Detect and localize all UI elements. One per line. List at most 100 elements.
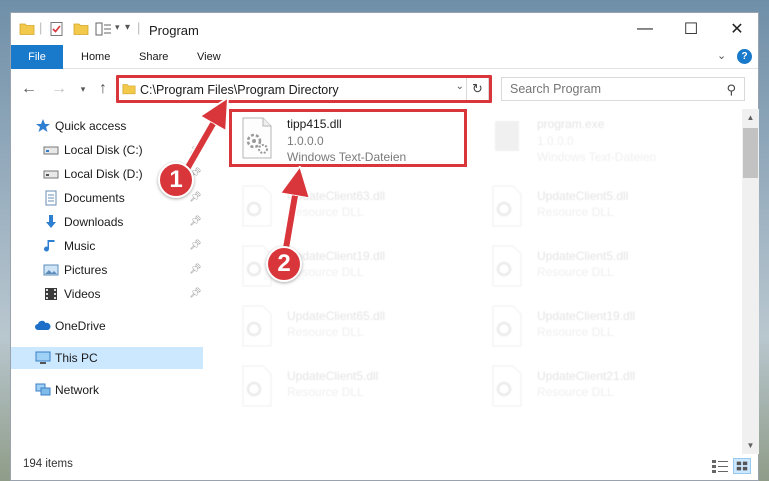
computer-icon	[35, 351, 51, 364]
sidebar-item-onedrive[interactable]: OneDrive	[11, 315, 203, 337]
dll-file-icon	[242, 365, 272, 407]
sidebar-item-local-disk-c[interactable]: Local Disk (C:) 📌︎	[11, 139, 203, 161]
address-highlight-box	[116, 75, 492, 103]
sidebar-item-pictures[interactable]: Pictures 📌︎	[11, 259, 203, 281]
sidebar-item-label: This PC	[55, 351, 98, 365]
sidebar-item-quick-access[interactable]: Quick access	[11, 115, 203, 137]
item-count: 194 items	[23, 458, 73, 470]
details-view-icon[interactable]	[711, 458, 729, 474]
folder-icon	[19, 23, 35, 35]
file-type: Resource DLL	[537, 385, 614, 399]
file-item[interactable]: UpdateClient65.dll Resource DLL	[231, 299, 471, 357]
tab-view[interactable]: View	[197, 45, 221, 69]
pin-icon[interactable]: 📌︎	[189, 259, 202, 281]
help-icon[interactable]: ?	[737, 49, 752, 64]
back-arrow-icon[interactable]: ←	[19, 79, 39, 99]
tab-home[interactable]: Home	[81, 45, 110, 69]
file-item[interactable]: UpdateClient5.dll Resource DLL	[481, 239, 721, 297]
file-item[interactable]: UpdateClient5.dll Resource DLL	[231, 359, 471, 417]
pin-icon[interactable]: 📌︎	[189, 283, 202, 305]
sidebar-item-label: Pictures	[64, 263, 108, 277]
new-folder-icon[interactable]	[73, 21, 89, 37]
dll-file-icon	[242, 185, 272, 227]
customize-toolbar-icon[interactable]: ▾	[125, 22, 130, 33]
documents-icon	[45, 190, 57, 206]
tab-file[interactable]: File	[11, 45, 63, 69]
file-name: UpdateClient5.dll	[537, 249, 629, 263]
pin-icon[interactable]: 📌︎	[189, 139, 202, 161]
file-item[interactable]: UpdateClient63.dll Resource DLL	[231, 179, 471, 237]
sidebar-item-label: Network	[55, 383, 100, 397]
sidebar-item-network[interactable]: Network	[11, 379, 203, 401]
tiles-view-icon[interactable]	[733, 458, 751, 474]
file-name: UpdateClient65.dll	[287, 309, 386, 323]
sidebar-item-label: Documents	[64, 191, 125, 205]
title-bar: | ▾ ▾ | Program — ☐ ✕	[11, 13, 758, 45]
sidebar-item-this-pc[interactable]: This PC	[11, 347, 203, 369]
sidebar-item-label: Quick access	[55, 119, 127, 133]
pictures-icon	[43, 264, 59, 276]
videos-icon	[45, 288, 57, 300]
tab-share[interactable]: Share	[139, 45, 168, 69]
scroll-down-icon[interactable]: ▼	[742, 437, 759, 454]
navigation-pane: Quick access Local Disk (C:) 📌︎ Local Di…	[11, 109, 203, 449]
dll-file-icon	[492, 305, 522, 347]
file-name: UpdateClient63.dll	[287, 189, 386, 203]
file-version: 1.0.0.0	[537, 134, 574, 148]
sidebar-item-label: Local Disk (D:)	[64, 167, 143, 181]
dll-file-icon	[492, 245, 522, 287]
file-type: Windows Text-Dateien	[537, 150, 657, 164]
file-item-program-exe[interactable]: program.exe 1.0.0.0 Windows Text-Dateien	[481, 111, 721, 169]
search-box[interactable]: ⚲	[501, 77, 745, 101]
file-item[interactable]: UpdateClient19.dll Resource DLL	[481, 299, 721, 357]
vertical-scrollbar[interactable]: ▲ ▼	[742, 109, 759, 454]
scroll-thumb[interactable]	[743, 128, 758, 178]
file-item[interactable]: UpdateClient21.dll Resource DLL	[481, 359, 721, 417]
onedrive-icon	[35, 320, 51, 330]
drive-icon	[43, 146, 59, 155]
pin-icon[interactable]: 📌︎	[189, 235, 202, 257]
file-name: UpdateClient21.dll	[537, 369, 636, 383]
close-button[interactable]: ✕	[714, 13, 760, 45]
file-type: Resource DLL	[537, 265, 614, 279]
file-highlight-box	[229, 109, 467, 167]
file-name: UpdateClient5.dll	[537, 189, 629, 203]
separator: |	[39, 20, 43, 35]
file-name: program.exe	[537, 117, 605, 131]
minimize-button[interactable]: —	[622, 13, 668, 45]
search-icon[interactable]: ⚲	[726, 82, 736, 98]
properties-icon[interactable]	[49, 21, 65, 37]
sidebar-item-label: Local Disk (C:)	[64, 143, 143, 157]
step-1-badge: 1	[158, 162, 194, 198]
scroll-up-icon[interactable]: ▲	[742, 109, 759, 126]
navigation-bar: ← → ▾ ↑ C:\Program Files\Program Directo…	[11, 71, 758, 107]
file-item[interactable]: UpdateClient5.dll Resource DLL	[481, 179, 721, 237]
recent-locations-icon[interactable]: ▾	[73, 79, 93, 99]
sidebar-item-downloads[interactable]: Downloads 📌︎	[11, 211, 203, 233]
sidebar-item-videos[interactable]: Videos 📌︎	[11, 283, 203, 305]
file-type: Resource DLL	[537, 205, 614, 219]
file-list: tipp415.dll 1.0.0.0 Windows Text-Dateien…	[221, 109, 741, 449]
up-arrow-icon[interactable]: ↑	[93, 79, 113, 99]
search-input[interactable]	[510, 78, 720, 100]
drive-icon	[43, 170, 59, 179]
status-bar: 194 items	[11, 454, 758, 480]
chevron-down-icon[interactable]: ⌄	[717, 49, 726, 62]
dll-file-icon	[492, 185, 522, 227]
sidebar-item-music[interactable]: Music 📌︎	[11, 235, 203, 257]
sidebar-item-label: Videos	[64, 287, 101, 301]
sidebar-item-label: Music	[64, 239, 96, 253]
explorer-window: | ▾ ▾ | Program — ☐ ✕ File Home Share Vi…	[10, 12, 759, 481]
forward-arrow-icon[interactable]: →	[49, 79, 69, 99]
pin-icon[interactable]: 📌︎	[189, 211, 202, 233]
music-icon	[44, 240, 55, 252]
maximize-button[interactable]: ☐	[668, 13, 714, 45]
pin-icon[interactable]: 📌︎	[189, 187, 202, 209]
customize-view-icon[interactable]	[95, 21, 113, 37]
downloads-icon	[46, 215, 56, 228]
qa-dropdown-icon[interactable]: ▾	[115, 22, 120, 33]
file-name: UpdateClient5.dll	[287, 369, 379, 383]
file-type: Resource DLL	[537, 325, 614, 339]
separator: |	[137, 20, 141, 35]
star-icon	[36, 119, 50, 132]
